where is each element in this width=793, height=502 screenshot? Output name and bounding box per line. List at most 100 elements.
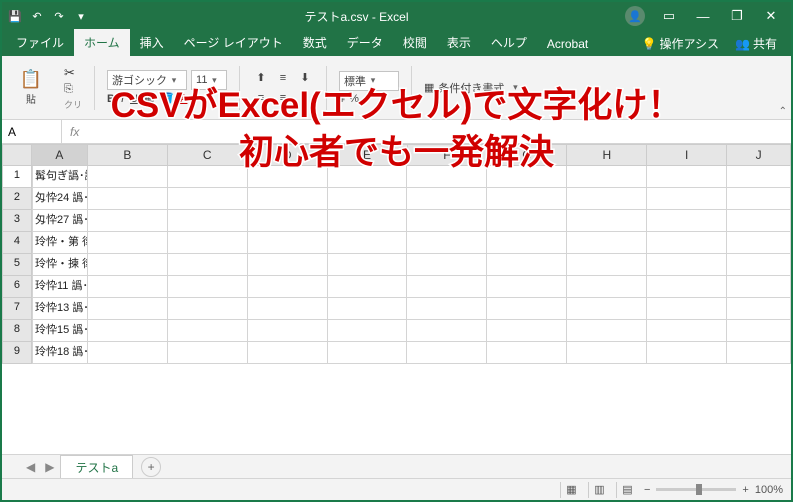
cell[interactable]: 匁忰24 譌･・・域忰・譌･ ・・繝ｫ 繝ｬ 繝ｦ 繝ｫ 綱句 √ぜ 綱 ｭ 繝… — [32, 188, 88, 210]
column-header[interactable]: E — [328, 144, 408, 166]
cell[interactable]: 髯句ぎ譌･譛ｬ 倶茝壼・ｪ 蟇ｾ 荳ｻ 譌ｴ 繧ｭ 繝ｳ 繝ｫ・・縺ｯ繧ｩ 繝句… — [32, 166, 88, 188]
font-size-select[interactable]: 11▾ — [191, 70, 227, 90]
share-button[interactable]: 👥共有 — [729, 31, 783, 56]
column-header[interactable]: G — [487, 144, 567, 166]
cell[interactable] — [168, 188, 248, 210]
cell[interactable] — [328, 254, 408, 276]
align-middle-icon[interactable]: ≡ — [274, 69, 292, 87]
cell[interactable] — [647, 232, 727, 254]
pagelayout-view-icon[interactable]: ▥ — [588, 482, 610, 498]
cell[interactable] — [328, 210, 408, 232]
align-bottom-icon[interactable]: ⬇ — [296, 69, 314, 87]
normal-view-icon[interactable]: ▦ — [560, 482, 582, 498]
sheet-nav-next-icon[interactable]: ▶ — [41, 460, 58, 474]
cell[interactable] — [487, 166, 567, 188]
column-header[interactable]: I — [647, 144, 727, 166]
font-color-icon[interactable]: A — [180, 93, 187, 105]
tell-me[interactable]: 💡操作アシス — [636, 31, 725, 56]
ribbon-display-icon[interactable]: ▭ — [653, 2, 685, 30]
row-header[interactable]: 5 — [2, 254, 32, 276]
cell[interactable] — [407, 166, 487, 188]
align-right-icon[interactable]: ≡ — [296, 89, 314, 107]
tab-pagelayout[interactable]: ページ レイアウト — [174, 29, 293, 56]
cell[interactable] — [487, 342, 567, 364]
cell[interactable] — [328, 320, 408, 342]
paste-button[interactable]: 📋 貼 — [10, 67, 52, 109]
align-left-icon[interactable]: ≡ — [252, 89, 270, 107]
cell[interactable] — [647, 210, 727, 232]
tab-insert[interactable]: 挿入 — [130, 29, 174, 56]
cell[interactable] — [647, 276, 727, 298]
row-header[interactable]: 8 — [2, 320, 32, 342]
cell[interactable] — [407, 320, 487, 342]
tab-file[interactable]: ファイル — [6, 29, 74, 56]
percent-icon[interactable]: % — [349, 93, 359, 105]
cell[interactable] — [168, 342, 248, 364]
undo-icon[interactable]: ↶ — [30, 9, 44, 23]
cell[interactable] — [567, 232, 647, 254]
cell[interactable]: 玲忰15 譌･・・域忰・譌･ ・・繝ｫ 繝ｬ 繝ｦ 繝ｫ 綱句 √ぜ 綱 ｭ ｭ… — [32, 320, 88, 342]
pagebreak-view-icon[interactable]: ▤ — [616, 482, 638, 498]
cell[interactable] — [168, 276, 248, 298]
cut-icon[interactable]: ✂ — [64, 65, 75, 81]
cell[interactable] — [567, 254, 647, 276]
cell[interactable] — [248, 232, 328, 254]
cell[interactable] — [88, 342, 168, 364]
tab-formulas[interactable]: 数式 — [293, 29, 337, 56]
cell[interactable] — [168, 232, 248, 254]
conditional-format-button[interactable]: ▦ 条件付き書式▾ — [424, 80, 522, 96]
cell[interactable] — [727, 342, 791, 364]
cell[interactable] — [727, 188, 791, 210]
row-header[interactable]: 4 — [2, 232, 32, 254]
zoom-level[interactable]: 100% — [755, 484, 783, 496]
cell[interactable] — [487, 254, 567, 276]
cell[interactable] — [248, 276, 328, 298]
fill-color-icon[interactable]: 🪣 — [160, 92, 174, 105]
cell[interactable] — [407, 210, 487, 232]
cell[interactable] — [407, 254, 487, 276]
column-header[interactable]: C — [168, 144, 248, 166]
cell[interactable] — [647, 342, 727, 364]
save-icon[interactable]: 💾 — [8, 9, 22, 23]
bold-button[interactable]: B — [107, 93, 115, 105]
cell[interactable] — [727, 320, 791, 342]
cell[interactable]: 玲忰13 譌･・・ 亥 恀・譌･ ・・繝ｫ 繝ｬ 繝ｦ 繝ｫ 綱句 √ぜ 綱 ｭ… — [32, 298, 88, 320]
collapse-ribbon-icon[interactable]: ⌃ — [779, 106, 787, 117]
tab-data[interactable]: データ — [337, 29, 393, 56]
cell[interactable] — [88, 166, 168, 188]
row-header[interactable]: 1 — [2, 166, 32, 188]
cell[interactable] — [248, 210, 328, 232]
name-box[interactable]: A — [2, 120, 62, 143]
cell[interactable] — [328, 188, 408, 210]
zoom-slider[interactable] — [656, 488, 736, 491]
cell[interactable] — [407, 276, 487, 298]
cell[interactable] — [567, 188, 647, 210]
cell[interactable] — [168, 298, 248, 320]
tab-home[interactable]: ホーム — [74, 29, 130, 56]
comma-icon[interactable]: , — [363, 93, 366, 105]
tab-review[interactable]: 校閲 — [393, 29, 437, 56]
column-header[interactable]: D — [248, 144, 328, 166]
cell[interactable] — [567, 210, 647, 232]
cell[interactable] — [647, 254, 727, 276]
column-header[interactable]: J — [727, 144, 791, 166]
cell[interactable] — [88, 188, 168, 210]
cell[interactable]: 玲忰・揀 律・域ｪ・ｪ ・・繝ｫ 繝ｬ 繝ｦ 繝ｫ 綱句 √ぜ 綱 ｭ ｭ 繝ｫ… — [32, 254, 88, 276]
column-header[interactable]: A — [32, 144, 88, 166]
tab-view[interactable]: 表示 — [437, 29, 481, 56]
cell[interactable] — [567, 342, 647, 364]
column-header[interactable]: H — [567, 144, 647, 166]
copy-icon[interactable]: ⎘ — [64, 83, 73, 96]
cell[interactable] — [407, 298, 487, 320]
row-header[interactable]: 9 — [2, 342, 32, 364]
row-header[interactable]: 6 — [2, 276, 32, 298]
cell[interactable] — [727, 210, 791, 232]
row-header[interactable]: 3 — [2, 210, 32, 232]
cell[interactable] — [487, 188, 567, 210]
cell[interactable] — [248, 166, 328, 188]
cell[interactable] — [727, 254, 791, 276]
font-name-select[interactable]: 游ゴシック▾ — [107, 70, 187, 90]
select-all-corner[interactable] — [2, 144, 32, 166]
cell[interactable] — [727, 276, 791, 298]
align-top-icon[interactable]: ⬆ — [252, 69, 270, 87]
